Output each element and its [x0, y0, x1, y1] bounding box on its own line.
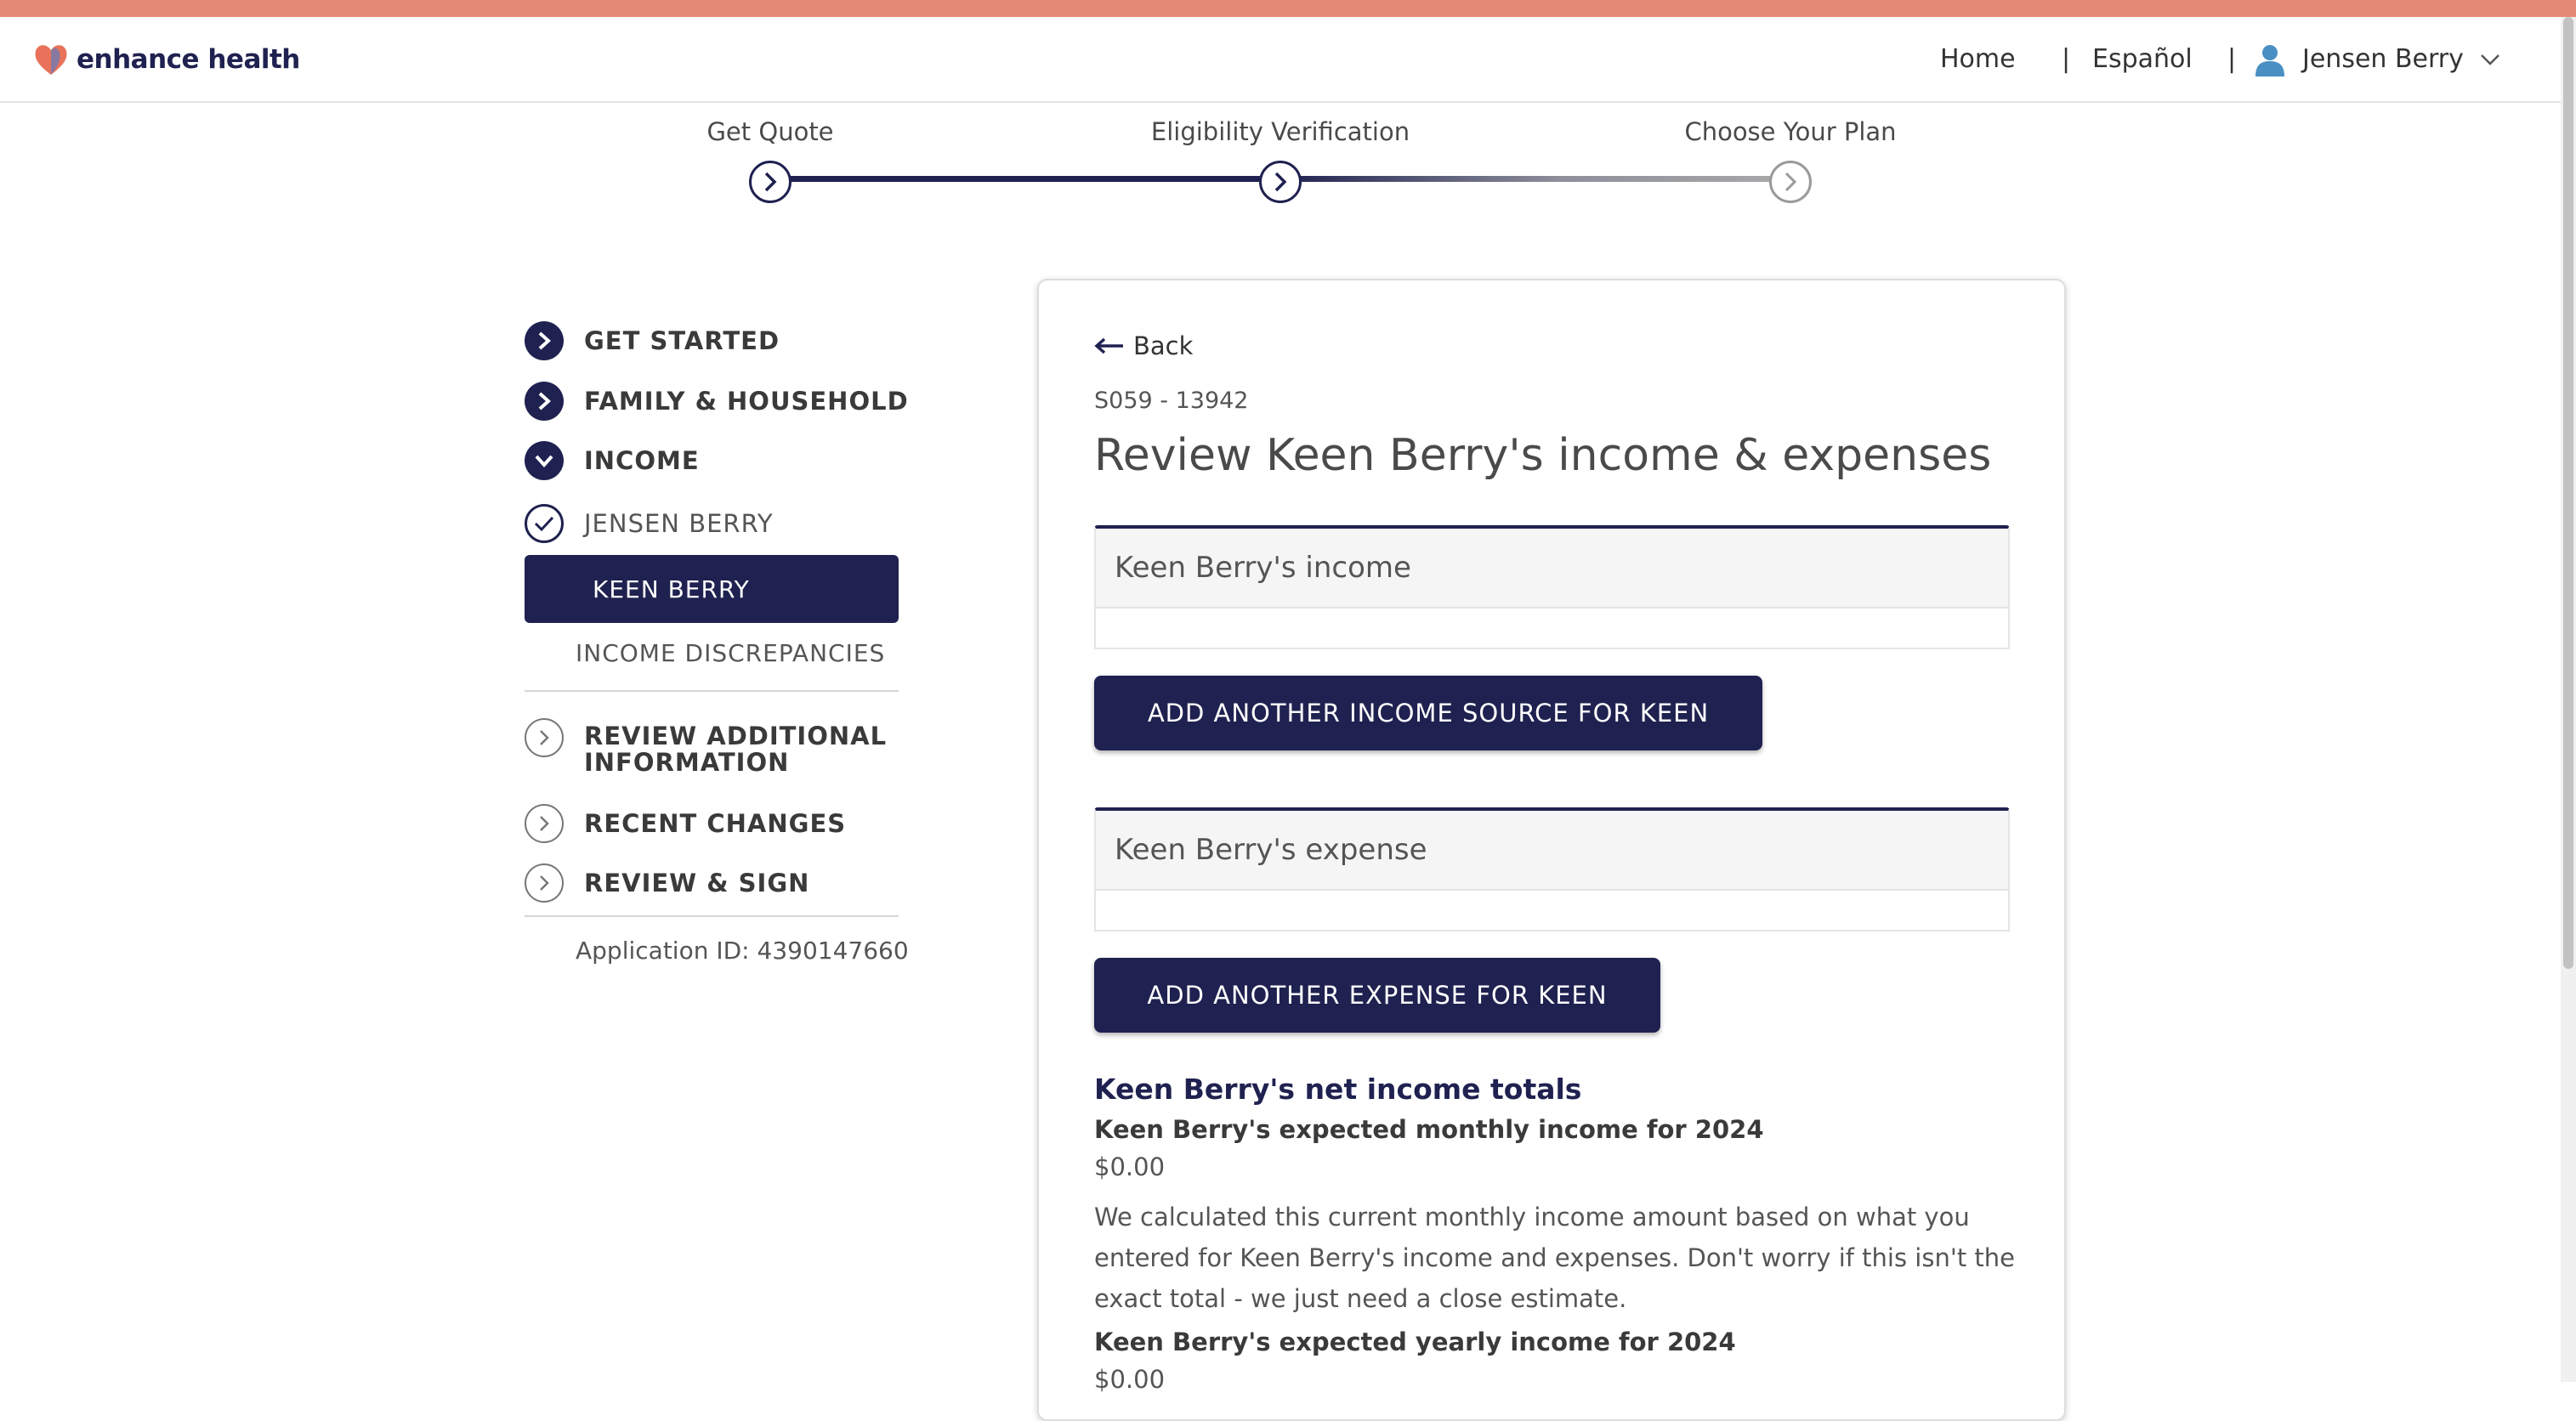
yearly-income-label: Keen Berry's expected yearly income for …: [1094, 1328, 1736, 1356]
sidebar-item-recent-changes[interactable]: RECENT CHANGES: [525, 804, 846, 843]
step-eligibility[interactable]: [1259, 161, 1302, 203]
step-label-get-quote: Get Quote: [706, 117, 834, 146]
back-link[interactable]: Back: [1094, 331, 1193, 360]
chevron-right-icon: [525, 863, 564, 903]
user-name: Jensen Berry: [2302, 44, 2464, 74]
sidebar-item-income[interactable]: INCOME: [525, 441, 700, 480]
income-panel: Keen Berry's income: [1094, 525, 2010, 649]
heart-logo-icon: [35, 45, 67, 75]
case-number: S059 - 13942: [1094, 388, 1249, 414]
sidebar-item-income-discrepancies[interactable]: INCOME DISCREPANCIES: [576, 639, 885, 667]
sidebar-item-label: RECENT CHANGES: [584, 809, 847, 838]
sidebar-item-label: INCOME: [584, 446, 700, 475]
yearly-income-value: $0.00: [1094, 1365, 1166, 1394]
monthly-income-value: $0.00: [1094, 1152, 1166, 1181]
sidebar-item-get-started[interactable]: GET STARTED: [525, 321, 780, 360]
expense-panel: Keen Berry's expense: [1094, 807, 2010, 931]
sidebar-item-review-additional-information[interactable]: REVIEW ADDITIONAL INFORMATION: [525, 718, 890, 776]
chevron-right-icon: [525, 804, 564, 843]
step-choose-plan[interactable]: [1769, 161, 1812, 203]
top-accent-bar: [0, 0, 2576, 17]
step-label-eligibility: Eligibility Verification: [1150, 117, 1410, 146]
page-title: Review Keen Berry's income & expenses: [1094, 430, 1992, 481]
brand-logo[interactable]: enhance health: [32, 41, 300, 78]
add-income-source-button[interactable]: ADD ANOTHER INCOME SOURCE FOR KEEN: [1094, 676, 1762, 750]
sidebar-item-label: GET STARTED: [584, 326, 780, 355]
expense-panel-title: Keen Berry's expense: [1096, 811, 2008, 891]
sidebar-item-label: JENSEN BERRY: [584, 509, 774, 538]
add-expense-button[interactable]: ADD ANOTHER EXPENSE FOR KEEN: [1094, 958, 1660, 1033]
check-icon: [525, 504, 564, 543]
chevron-right-icon: [525, 382, 564, 421]
step-label-choose-plan: Choose Your Plan: [1684, 117, 1897, 146]
sidebar-item-label: REVIEW ADDITIONAL INFORMATION: [584, 722, 888, 777]
sidebar-item-keen-berry[interactable]: KEEN BERRY: [525, 555, 899, 623]
sidebar-item-jensen-berry[interactable]: JENSEN BERRY: [525, 504, 774, 543]
monthly-income-label: Keen Berry's expected monthly income for…: [1094, 1115, 1764, 1144]
progress-line-pending: [1280, 176, 1790, 182]
sidebar-item-label: REVIEW & SIGN: [584, 869, 810, 897]
net-income-heading: Keen Berry's net income totals: [1094, 1073, 1582, 1106]
chevron-right-icon: [525, 718, 564, 757]
chevron-right-icon: [764, 172, 777, 192]
arrow-left-icon: [1094, 337, 1123, 354]
site-header: enhance health Home | Español | Jensen B…: [0, 17, 2576, 103]
income-panel-title: Keen Berry's income: [1096, 529, 2008, 609]
sidebar-divider: [525, 690, 899, 692]
step-get-quote[interactable]: [749, 161, 792, 203]
sidebar-item-label: FAMILY & HOUSEHOLD: [584, 387, 909, 416]
brand-name: enhance health: [77, 44, 300, 75]
user-icon: [2255, 44, 2284, 76]
progress-line-complete: [770, 176, 1280, 182]
application-id: Application ID: 4390147660: [576, 937, 909, 965]
user-menu[interactable]: Jensen Berry: [2253, 17, 2501, 101]
scrollbar[interactable]: [2561, 17, 2576, 1382]
expense-panel-body: [1096, 891, 2008, 930]
back-label: Back: [1133, 331, 1194, 360]
chevron-right-icon: [1784, 172, 1797, 192]
sidebar-divider: [525, 915, 899, 917]
nav-separator: |: [2062, 44, 2071, 74]
income-explanation: We calculated this current monthly incom…: [1094, 1203, 2016, 1313]
chevron-down-icon: [2481, 54, 2499, 65]
chevron-right-icon: [525, 321, 564, 360]
nav-home-link[interactable]: Home: [1940, 17, 2016, 101]
nav-language-link[interactable]: Español: [2092, 17, 2193, 101]
scrollbar-thumb[interactable]: [2563, 17, 2573, 969]
nav-separator: |: [2227, 44, 2237, 74]
sidebar-item-family-household[interactable]: FAMILY & HOUSEHOLD: [525, 382, 909, 421]
sidebar-item-review-sign[interactable]: REVIEW & SIGN: [525, 863, 809, 903]
chevron-down-icon: [525, 441, 564, 480]
income-panel-body: [1096, 609, 2008, 648]
chevron-right-icon: [1274, 172, 1287, 192]
